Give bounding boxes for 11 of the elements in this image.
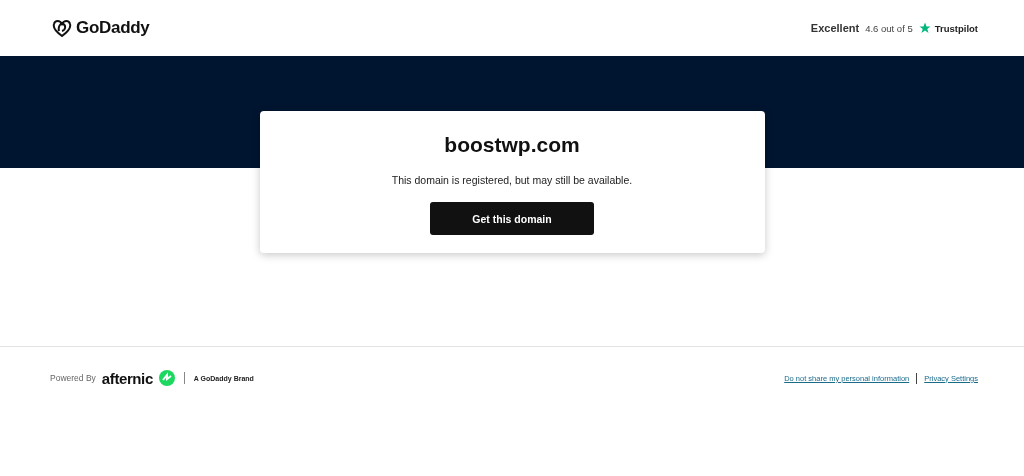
get-domain-button[interactable]: Get this domain <box>430 202 594 235</box>
powered-by-text: Powered By <box>50 373 96 383</box>
domain-message: This domain is registered, but may still be available. <box>391 174 633 186</box>
heart-logo-icon <box>52 19 72 37</box>
trustpilot-logo[interactable]: Trustpilot <box>934 22 978 34</box>
rating-score: 4.6 out of 5 <box>865 22 913 34</box>
domain-name: boostwp.com <box>444 133 580 157</box>
rating-label: Excellent <box>810 22 860 34</box>
afternic-logo[interactable]: afternic <box>101 369 153 387</box>
star-icon <box>918 22 931 34</box>
brand-logo[interactable]: GoDaddy <box>76 18 150 38</box>
